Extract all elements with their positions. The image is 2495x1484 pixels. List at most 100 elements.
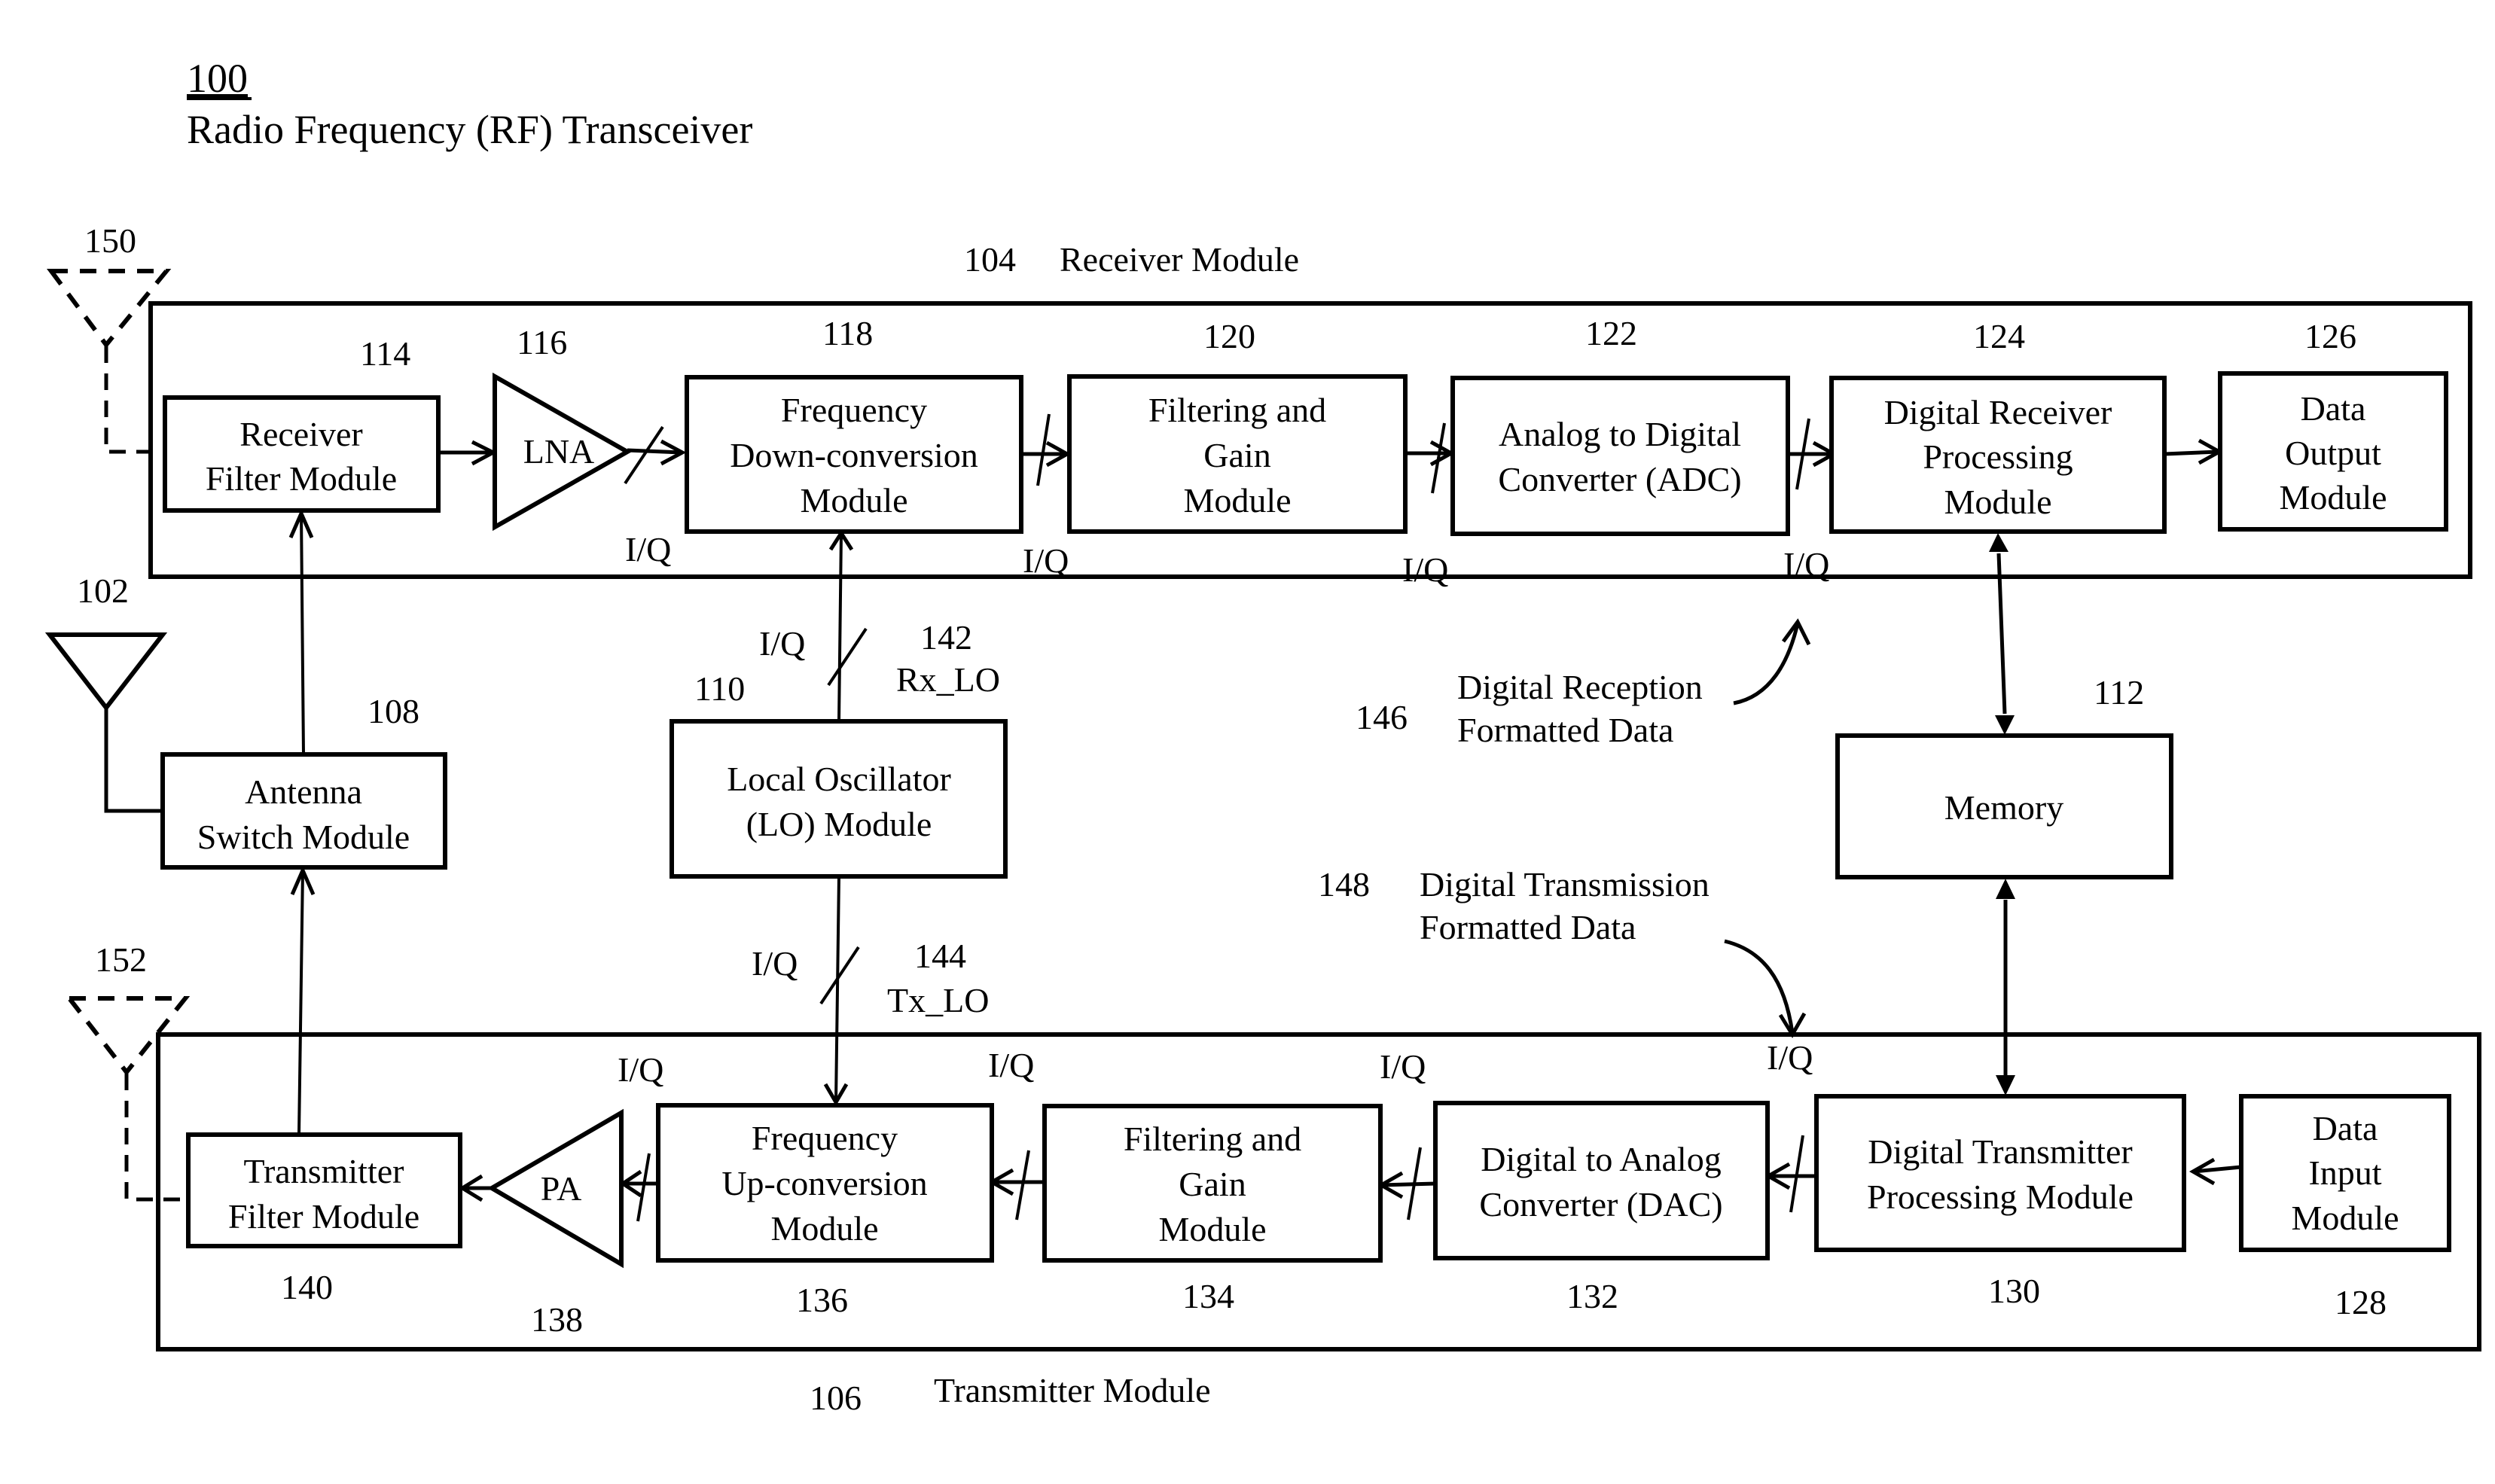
dtx-proc-ref: 130 (1988, 1272, 2040, 1310)
lna-bus-slash (624, 425, 664, 485)
lo-ref: 110 (694, 669, 745, 708)
dac-to-filt-wire (1380, 1181, 1436, 1187)
antenna-102-ref: 102 (77, 571, 129, 610)
freq-up-block[interactable]: Frequency Up-conversion Module (656, 1103, 994, 1263)
digital-transmission-ref: 148 (1318, 865, 1370, 904)
dac-ref: 132 (1566, 1277, 1618, 1315)
drx-to-output-wire (2164, 449, 2219, 456)
figure-number: 100 (187, 56, 248, 101)
filt-bus-label: I/Q (1402, 550, 1448, 589)
filt-tx-bus-label: I/Q (988, 1046, 1034, 1084)
adc-bus-label: I/Q (1783, 545, 1829, 584)
data-input-line1: Data (2313, 1109, 2378, 1147)
rx-filt-gain-block[interactable]: Filtering and Gain Module (1067, 374, 1408, 534)
antenna-switch-ref: 108 (368, 692, 419, 730)
tx-filter-block[interactable]: Transmitter Filter Module (186, 1132, 462, 1248)
rx-lo-label: Rx_LO (896, 660, 1000, 699)
data-output-line1: Data (2301, 389, 2366, 428)
antenna-switch-line2: Switch Module (197, 818, 410, 856)
tx-filt-gain-ref: 134 (1182, 1277, 1234, 1315)
lo-line1: Local Oscillator (727, 760, 951, 798)
freq-down-line2: Down-conversion (730, 436, 978, 474)
rf-transceiver-diagram: 100 Radio Frequency (RF) Transceiver 104… (44, 56, 2481, 1417)
drx-proc-line2: Processing (1923, 437, 2073, 476)
dtx-bus-label: I/Q (1767, 1038, 1813, 1077)
digital-transmission-line1: Digital Transmission (1420, 865, 1710, 904)
tx-lo-label: Tx_LO (887, 981, 989, 1019)
pa-ref: 138 (531, 1300, 583, 1339)
tx-lo-wire (834, 876, 840, 1103)
data-input-line3: Module (2291, 1199, 2399, 1237)
lna-label: LNA (523, 432, 595, 471)
dtx-proc-block[interactable]: Digital Transmitter Processing Module (1814, 1094, 2186, 1252)
lo-block[interactable]: Local Oscillator (LO) Module (670, 719, 1008, 879)
tx-filt-gain-line2: Gain (1179, 1165, 1246, 1203)
rx-filter-ref: 114 (360, 334, 410, 373)
lna-block[interactable]: LNA (493, 372, 633, 532)
pa-label: PA (541, 1169, 582, 1208)
memory-dtx-arrowhead-up (1996, 879, 2015, 899)
filt-tx-bus-slash (1015, 1150, 1030, 1220)
memory-label: Memory (1944, 788, 2063, 827)
transmitter-module-label: Transmitter Module (934, 1371, 1211, 1409)
freq-down-bus-slash (1036, 413, 1051, 486)
rx-lo-wire (837, 532, 843, 722)
drx-proc-line3: Module (1944, 483, 2051, 521)
dtx-proc-line1: Digital Transmitter (1868, 1132, 2132, 1171)
antenna-150-ref: 150 (84, 221, 136, 260)
rx-filt-gain-line2: Gain (1203, 436, 1270, 474)
dac-block[interactable]: Digital to Analog Converter (DAC) (1433, 1101, 1770, 1260)
tx-filter-ref: 140 (281, 1268, 333, 1306)
antenna-switch-block[interactable]: Antenna Switch Module (160, 752, 447, 870)
data-output-block[interactable]: Data Output Module (2218, 371, 2448, 532)
dac-bus-label: I/Q (1380, 1047, 1426, 1086)
freq-down-line3: Module (800, 481, 907, 520)
memory-block[interactable]: Memory (1835, 733, 2173, 879)
data-input-block[interactable]: Data Input Module (2239, 1094, 2451, 1252)
data-output-line3: Module (2279, 478, 2387, 517)
rx-filt-gain-line3: Module (1183, 481, 1291, 520)
adc-block[interactable]: Analog to Digital Converter (ADC) (1450, 376, 1790, 536)
main-antenna-icon (44, 632, 168, 712)
drx-proc-ref: 124 (1973, 317, 2025, 355)
data-output-ref: 126 (2304, 317, 2356, 355)
dac-line1: Digital to Analog (1481, 1140, 1721, 1178)
main-antenna-feed (104, 708, 163, 813)
freq-up-line1: Frequency (752, 1119, 898, 1157)
tx-filt-gain-block[interactable]: Filtering and Gain Module (1042, 1104, 1383, 1263)
tx-lo-bus-label: I/Q (752, 944, 798, 983)
tx-filter-line1: Transmitter (244, 1152, 404, 1190)
freq-down-ref: 118 (822, 314, 873, 352)
receiver-module-label: Receiver Module (1060, 240, 1299, 279)
lna-ref: 116 (517, 323, 567, 361)
lna-bus-label: I/Q (625, 530, 671, 568)
lo-line2: (LO) Module (746, 805, 932, 843)
transmitter-module-ref: 106 (810, 1379, 862, 1417)
memory-dtx-arrowhead-down (1996, 1075, 2015, 1095)
freq-down-bus-label: I/Q (1023, 541, 1069, 580)
data-input-line2: Input (2308, 1153, 2381, 1192)
digital-reception-line1: Digital Reception (1457, 668, 1703, 706)
rx-lo-bus-slash (827, 627, 868, 687)
rx-antenna-feed (104, 346, 166, 454)
freq-up-line3: Module (770, 1209, 878, 1248)
freq-down-line1: Frequency (781, 391, 927, 429)
drx-memory-arrowhead-up (1989, 533, 2009, 552)
drx-memory-arrowhead-down (1995, 715, 2015, 735)
rx-filter-block[interactable]: Receiver Filter Module (163, 395, 441, 513)
data-input-ref: 128 (2335, 1283, 2387, 1321)
tx-lo-ref: 144 (914, 937, 966, 975)
drx-proc-block[interactable]: Digital Receiver Processing Module (1829, 376, 2167, 534)
digital-reception-line2: Formatted Data (1457, 711, 1673, 749)
digital-reception-ref: 146 (1356, 698, 1408, 736)
adc-line1: Analog to Digital (1499, 415, 1741, 453)
digital-transmission-line2: Formatted Data (1420, 908, 1636, 946)
freq-up-ref: 136 (796, 1281, 848, 1319)
adc-ref: 122 (1585, 314, 1637, 352)
rx-filter-line1: Receiver (239, 415, 362, 453)
freq-up-bus-label: I/Q (618, 1050, 663, 1089)
freq-down-block[interactable]: Frequency Down-conversion Module (685, 375, 1023, 534)
antenna-152-ref: 152 (95, 940, 147, 979)
dtx-proc-line2: Processing Module (1867, 1178, 2134, 1216)
pa-block[interactable]: PA (487, 1108, 624, 1269)
